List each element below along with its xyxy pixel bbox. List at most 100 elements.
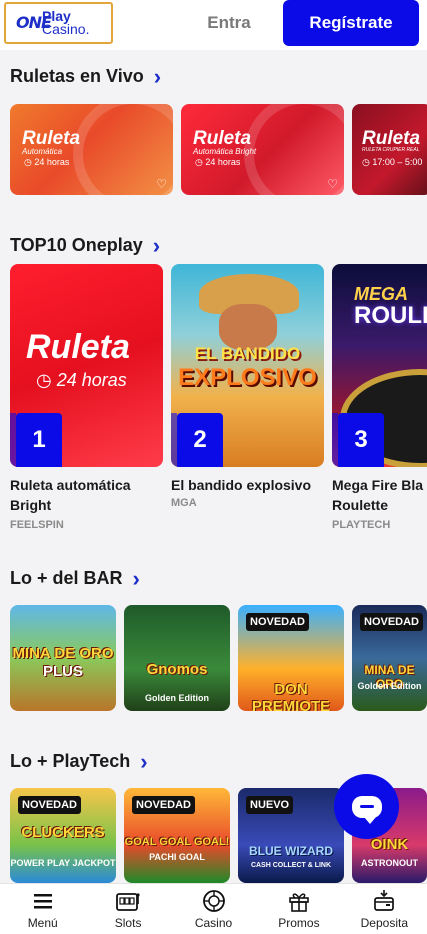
oneplay-casino-logo[interactable]: ONE Play Casino. xyxy=(4,2,113,44)
game-card-ruleta-automatica-bright[interactable]: Ruleta Automática Bright ◷ 24 horas ♡ xyxy=(181,104,344,195)
art-subtitle: ◷ 24 horas xyxy=(36,370,127,390)
ruletas-carousel[interactable]: Ruleta Automática ◷ 24 horas ♡ Ruleta Au… xyxy=(10,104,427,195)
game-card-mina-de-oro-plus[interactable]: MINA DE ORO PLUS xyxy=(10,605,116,711)
login-button[interactable]: Entra xyxy=(188,8,270,38)
nav-label: Deposita xyxy=(360,915,409,930)
top10-card-1[interactable]: Ruleta ◷ 24 horas 1 Ruleta automática Br… xyxy=(10,264,163,531)
section-title: Ruletas en Vivo xyxy=(10,66,144,86)
favorite-heart-icon[interactable]: ♡ xyxy=(327,177,338,191)
bar-games-carousel[interactable]: MINA DE ORO PLUS Gnomos Golden Edition N… xyxy=(10,605,427,711)
menu-icon xyxy=(33,889,53,913)
game-name-line2: Roulette xyxy=(332,497,388,513)
art-title: Ruleta xyxy=(26,328,130,366)
game-art-title: CLUCKERS xyxy=(21,824,105,841)
nav-deposita[interactable]: Deposita xyxy=(342,884,427,934)
card-subtitle: Automática Bright xyxy=(193,147,257,156)
game-provider: MGA xyxy=(171,497,197,509)
novedad-badge: NOVEDAD xyxy=(246,613,310,631)
game-card-goal-goal-goal[interactable]: NOVEDAD GOAL GOAL GOAL! PACHI GOAL xyxy=(124,788,230,883)
section-title: Lo + del BAR xyxy=(10,568,123,588)
card-hours: ◷ 24 horas xyxy=(24,157,70,167)
game-art-subtitle: POWER PLAY JACKPOT xyxy=(10,858,116,868)
game-thumbnail[interactable]: MEGA ROULE 3 xyxy=(332,264,427,467)
gift-icon xyxy=(287,889,311,913)
game-card-cluckers[interactable]: NOVEDAD CLUCKERS POWER PLAY JACKPOT xyxy=(10,788,116,883)
art-subtitle: ROULE xyxy=(354,302,427,329)
nav-label: Promos xyxy=(278,915,320,930)
top10-card-2[interactable]: EL BANDIDO EXPLOSIVO 2 El bandido explos… xyxy=(171,264,324,531)
wallet-icon xyxy=(372,889,396,913)
game-provider: FEELSPIN xyxy=(10,519,64,531)
game-card-ruleta-automatica[interactable]: Ruleta Automática ◷ 24 horas ♡ xyxy=(10,104,173,195)
chat-support-button[interactable] xyxy=(334,774,399,839)
game-art-title: Gnomos xyxy=(146,661,208,678)
nav-label: Menú xyxy=(27,915,58,930)
game-card-mina-de-oro-golden[interactable]: NOVEDAD MINA DE ORO Golden Edition xyxy=(352,605,427,711)
game-name-line1: Mega Fire Bla xyxy=(332,477,424,493)
rank-badge: 2 xyxy=(171,413,223,467)
novedad-badge: NOVEDAD xyxy=(360,613,424,631)
chevron-right-icon[interactable]: › xyxy=(154,65,161,87)
novedad-badge: NOVEDAD xyxy=(132,796,196,814)
nav-menu[interactable]: Menú xyxy=(0,884,85,934)
game-thumbnail[interactable]: Ruleta ◷ 24 horas 1 xyxy=(10,264,163,467)
game-name: Mega Fire Bla Roulette xyxy=(332,475,427,515)
game-art-title: DON PREMIOTE xyxy=(251,681,331,711)
top10-carousel[interactable]: Ruleta ◷ 24 horas 1 Ruleta automática Br… xyxy=(10,264,427,531)
game-card-don-premiote[interactable]: NOVEDAD DON PREMIOTE xyxy=(238,605,344,711)
logo-wordmark: Play Casino. xyxy=(42,9,90,37)
nav-casino[interactable]: Casino xyxy=(171,884,256,934)
card-subtitle: RULETA CRUPIER REAL xyxy=(362,147,420,153)
logo-casino-text: Casino. xyxy=(42,21,90,37)
logo-one-text: ONE xyxy=(16,12,52,32)
card-hours: ◷ 24 horas xyxy=(195,157,241,167)
top10-card-3[interactable]: MEGA ROULE 3 Mega Fire Bla Roulette PLAY… xyxy=(332,264,427,531)
novedad-badge: NOVEDAD xyxy=(18,796,82,814)
game-name: El bandido explosivo xyxy=(171,475,324,495)
rank-badge: 1 xyxy=(10,413,62,467)
card-hours: ◷ 17:00 – 5:00 xyxy=(362,157,423,167)
rank-badge: 3 xyxy=(332,413,384,467)
roulette-icon xyxy=(202,889,226,913)
chevron-right-icon[interactable]: › xyxy=(153,234,160,256)
game-art-title: GOAL GOAL GOAL! xyxy=(124,836,230,848)
card-subtitle: Automática xyxy=(22,147,63,156)
chevron-right-icon[interactable]: › xyxy=(133,567,140,589)
section-top10-oneplay[interactable]: TOP10 Oneplay › xyxy=(10,234,160,256)
chevron-right-icon[interactable]: › xyxy=(140,750,147,772)
nav-promos[interactable]: Promos xyxy=(256,884,341,934)
section-lo-mas-del-bar[interactable]: Lo + del BAR › xyxy=(10,567,140,589)
slots-icon xyxy=(115,889,141,913)
game-name-line2: Bright xyxy=(10,497,52,513)
game-art-subtitle: PLUS xyxy=(42,663,83,680)
section-title: TOP10 Oneplay xyxy=(10,235,143,255)
top-bar: ONE Play Casino. Entra Regístrate xyxy=(0,0,427,50)
game-name: Ruleta automática Bright xyxy=(10,475,163,515)
register-button[interactable]: Regístrate xyxy=(283,0,419,46)
game-thumbnail[interactable]: EL BANDIDO EXPLOSIVO 2 xyxy=(171,264,324,467)
game-art-subtitle: CASH COLLECT & LINK xyxy=(250,862,332,869)
game-art-title: BLUE WIZARD xyxy=(249,844,333,858)
section-lo-mas-playtech[interactable]: Lo + PlayTech › xyxy=(10,750,148,772)
section-ruletas-en-vivo[interactable]: Ruletas en Vivo › xyxy=(10,65,161,87)
nuevo-badge: NUEVO xyxy=(246,796,294,814)
game-art-subtitle: Golden Edition xyxy=(145,693,209,703)
game-card-ruleta-crupier[interactable]: Ruleta RULETA CRUPIER REAL ◷ 17:00 – 5:0… xyxy=(352,104,427,195)
chat-line-graphic xyxy=(359,805,374,808)
bottom-navigation: Menú Slots Casino Promos Deposita xyxy=(0,883,427,934)
nav-label: Casino xyxy=(194,915,233,930)
game-art-subtitle: Golden Edition xyxy=(357,681,422,691)
nav-label: Slots xyxy=(114,915,142,930)
favorite-heart-icon[interactable]: ♡ xyxy=(156,177,167,191)
game-name-line1: Ruleta automática xyxy=(10,477,131,493)
game-card-blue-wizard[interactable]: NUEVO BLUE WIZARD CASH COLLECT & LINK xyxy=(238,788,344,883)
game-art-subtitle: ASTRONOUT xyxy=(361,858,418,868)
game-art-subtitle: PACHI GOAL xyxy=(149,852,205,862)
section-title: Lo + PlayTech xyxy=(10,751,131,771)
game-art-title: MINA DE ORO xyxy=(12,645,114,662)
chat-bubble-icon xyxy=(351,795,382,824)
game-card-gnomos[interactable]: Gnomos Golden Edition xyxy=(124,605,230,711)
nav-slots[interactable]: Slots xyxy=(85,884,170,934)
art-title: EL BANDIDO xyxy=(194,344,301,363)
game-provider: PLAYTECH xyxy=(332,519,391,531)
